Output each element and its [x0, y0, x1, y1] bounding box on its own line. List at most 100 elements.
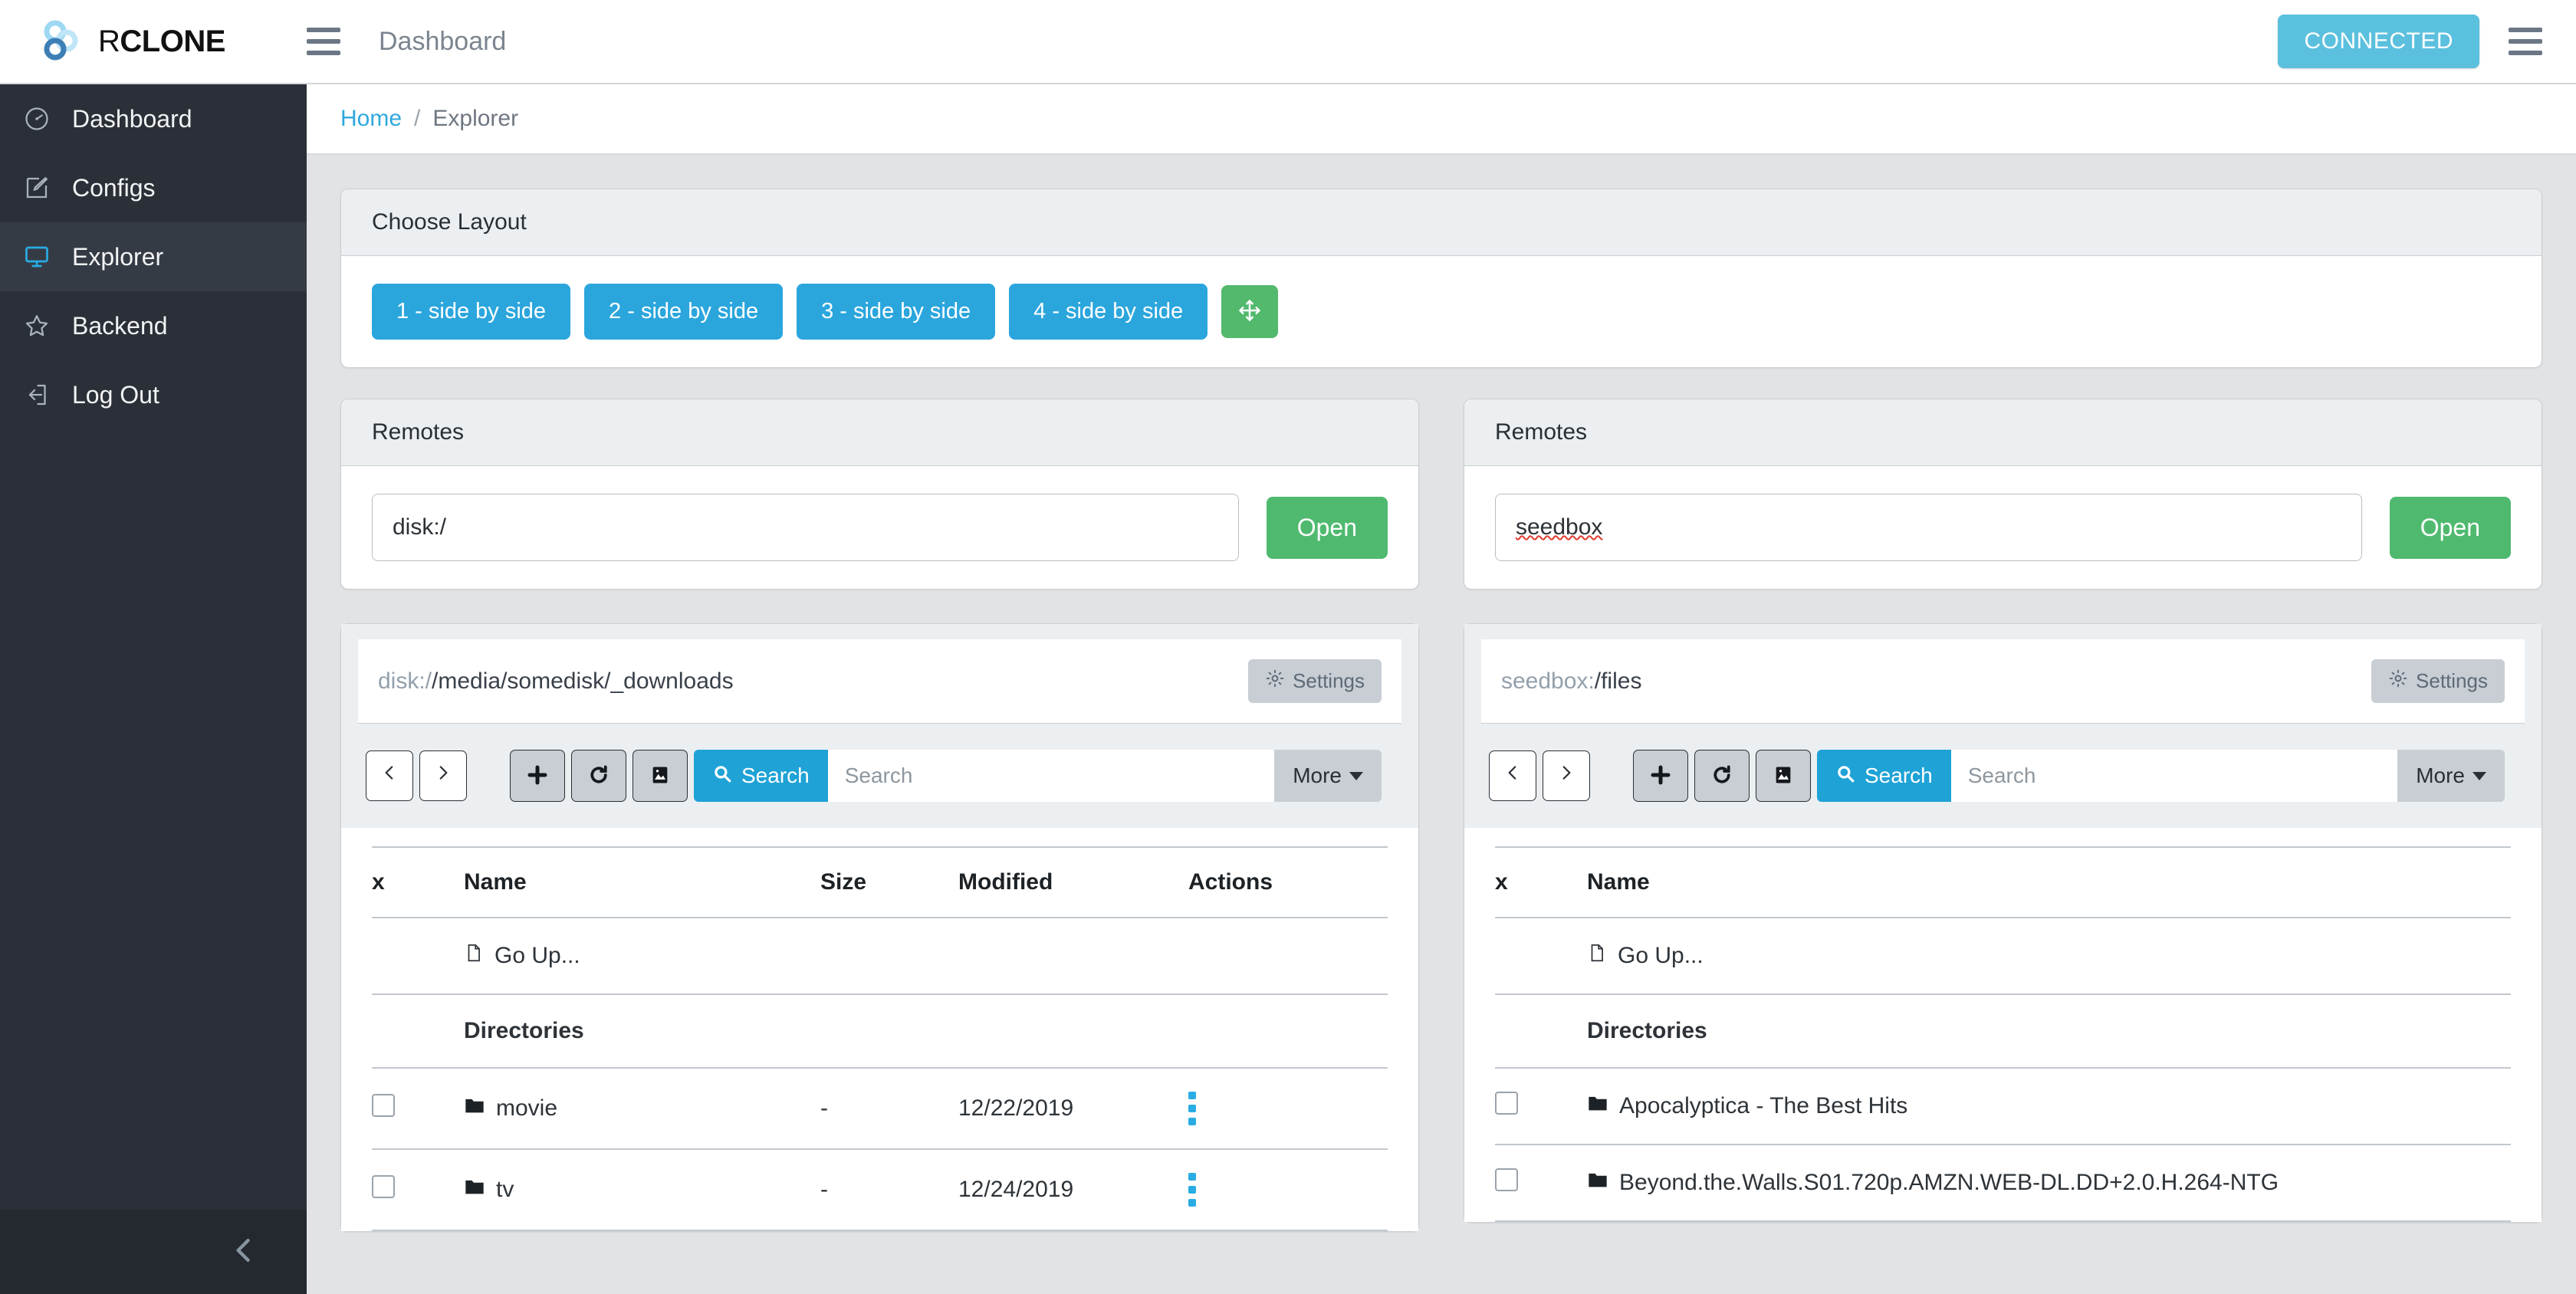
- row-checkbox[interactable]: [372, 1094, 395, 1117]
- go-up-link[interactable]: Go Up...: [464, 941, 1388, 970]
- col-header-name[interactable]: Name: [1587, 846, 2511, 918]
- row-name-label: Beyond.the.Walls.S01.720p.AMZN.WEB-DL.DD…: [1619, 1170, 2279, 1195]
- logout-icon: [21, 379, 52, 410]
- remotes-title-right: Remotes: [1464, 399, 2542, 466]
- star-icon: [21, 310, 52, 341]
- image-icon: [1773, 764, 1794, 788]
- search-button-label: Search: [741, 764, 810, 787]
- row-checkbox[interactable]: [1495, 1168, 1518, 1191]
- layout-button-4[interactable]: 4 - side by side: [1009, 284, 1208, 340]
- row-name-label: movie: [496, 1095, 558, 1121]
- menu-bar: [307, 51, 340, 55]
- file-table-body-right: Go Up... Directories Apocalyptica - The …: [1495, 918, 2511, 1222]
- col-header-select[interactable]: x: [372, 846, 464, 918]
- row-size: -: [820, 1068, 958, 1150]
- layout-button-2[interactable]: 2 - side by side: [584, 284, 784, 340]
- new-folder-button-left[interactable]: [510, 750, 565, 802]
- more-dropdown-right[interactable]: More: [2397, 750, 2505, 802]
- hamburger-menu-icon[interactable]: [307, 28, 340, 55]
- layout-button-1[interactable]: 1 - side by side: [372, 284, 571, 340]
- explorer-panel-left: Remotes Open disk://media/somedisk/_down…: [340, 399, 1419, 1232]
- new-folder-button-right[interactable]: [1633, 750, 1688, 802]
- settings-label: Settings: [2416, 669, 2488, 692]
- menu-bar: [2509, 39, 2542, 44]
- open-remote-button-right[interactable]: Open: [2389, 496, 2511, 559]
- col-header-name[interactable]: Name: [464, 846, 820, 918]
- main-content: Choose Layout 1 - side by side 2 - side …: [307, 155, 2576, 1294]
- file-table-left: x Name Size Modified Actions Go Up... Di…: [372, 846, 1388, 1231]
- sidebar-item-explorer[interactable]: Explorer: [0, 222, 307, 291]
- sidebar-item-label: Configs: [72, 173, 156, 202]
- layout-button-3[interactable]: 3 - side by side: [797, 284, 996, 340]
- table-row[interactable]: movie - 12/22/2019: [372, 1068, 1388, 1150]
- refresh-button-right[interactable]: [1694, 750, 1750, 802]
- table-row[interactable]: Beyond.the.Walls.S01.720p.AMZN.WEB-DL.DD…: [1495, 1145, 2511, 1222]
- go-up-cell[interactable]: Go Up...: [1587, 918, 2511, 995]
- refresh-button-left[interactable]: [571, 750, 626, 802]
- thumbnails-button-left[interactable]: [632, 750, 688, 802]
- table-row[interactable]: Apocalyptica - The Best Hits: [1495, 1068, 2511, 1145]
- row-checkbox[interactable]: [1495, 1092, 1518, 1115]
- row-checkbox-cell[interactable]: [1495, 1145, 1587, 1222]
- row-checkbox-cell[interactable]: [372, 1149, 464, 1231]
- col-header-size[interactable]: Size: [820, 846, 958, 918]
- row-actions-cell[interactable]: [1188, 1149, 1388, 1231]
- menu-bar: [307, 28, 340, 32]
- gear-icon: [2388, 668, 2408, 694]
- search-button-left[interactable]: Search: [694, 750, 828, 802]
- forward-button-left[interactable]: [419, 750, 467, 801]
- forward-button-right[interactable]: [1543, 750, 1590, 801]
- connected-status-button[interactable]: CONNECTED: [2278, 15, 2479, 68]
- sidebar-item-dashboard[interactable]: Dashboard: [0, 84, 307, 153]
- open-remote-button-left[interactable]: Open: [1266, 496, 1388, 559]
- table-row[interactable]: tv - 12/24/2019: [372, 1149, 1388, 1231]
- row-checkbox[interactable]: [372, 1175, 395, 1198]
- more-dropdown-left[interactable]: More: [1274, 750, 1382, 802]
- row-checkbox-cell[interactable]: [1495, 1068, 1587, 1145]
- sidebar: Dashboard Configs Explorer Backend Log O…: [0, 84, 307, 1294]
- file-browser-card-left: disk://media/somedisk/_downloads Setting…: [340, 623, 1419, 1232]
- go-up-row[interactable]: Go Up...: [372, 918, 1388, 995]
- remote-input-left[interactable]: [372, 494, 1239, 561]
- go-up-link[interactable]: Go Up...: [1587, 941, 2511, 970]
- menu-bar: [307, 39, 340, 44]
- thumbnails-button-right[interactable]: [1756, 750, 1811, 802]
- breadcrumb-home-link[interactable]: Home: [340, 106, 402, 132]
- gauge-icon: [21, 103, 52, 134]
- sidebar-item-configs[interactable]: Configs: [0, 153, 307, 222]
- settings-menu-icon[interactable]: [2509, 28, 2542, 55]
- path-prefix: seedbox:: [1501, 668, 1595, 694]
- brand-text: RCLONE: [98, 25, 225, 59]
- search-input-left[interactable]: [827, 750, 1275, 802]
- go-up-row[interactable]: Go Up...: [1495, 918, 2511, 995]
- search-button-right[interactable]: Search: [1817, 750, 1951, 802]
- col-header-select[interactable]: x: [1495, 846, 1587, 918]
- row-name-label: tv: [496, 1177, 514, 1202]
- row-checkbox-cell[interactable]: [372, 1068, 464, 1150]
- rearrange-layout-button[interactable]: [1221, 285, 1279, 338]
- settings-button-left[interactable]: Settings: [1248, 659, 1382, 703]
- search-input-right[interactable]: [1950, 750, 2398, 802]
- folder-icon: [464, 1095, 485, 1122]
- row-actions-menu-icon[interactable]: [1188, 1092, 1196, 1125]
- row-name-label: Apocalyptica - The Best Hits: [1619, 1093, 1908, 1118]
- row-actions-menu-icon[interactable]: [1188, 1173, 1196, 1207]
- row-name-cell[interactable]: Beyond.the.Walls.S01.720p.AMZN.WEB-DL.DD…: [1587, 1145, 2511, 1222]
- back-button-left[interactable]: [366, 750, 413, 801]
- sidebar-item-logout[interactable]: Log Out: [0, 360, 307, 429]
- row-name-cell[interactable]: movie: [464, 1068, 820, 1150]
- go-up-cell[interactable]: Go Up...: [464, 918, 1388, 995]
- file-table-head-left: x Name Size Modified Actions: [372, 846, 1388, 918]
- remote-input-right[interactable]: [1495, 494, 2362, 561]
- remotes-body-left: Open: [341, 466, 1418, 589]
- row-name-cell[interactable]: tv: [464, 1149, 820, 1231]
- sidebar-item-backend[interactable]: Backend: [0, 291, 307, 360]
- back-button-right[interactable]: [1489, 750, 1536, 801]
- sidebar-collapse-button[interactable]: [0, 1210, 307, 1294]
- brand[interactable]: RCLONE: [0, 18, 307, 65]
- remotes-card-left: Remotes Open: [340, 399, 1419, 590]
- row-actions-cell[interactable]: [1188, 1068, 1388, 1150]
- settings-button-right[interactable]: Settings: [2371, 659, 2505, 703]
- row-name-cell[interactable]: Apocalyptica - The Best Hits: [1587, 1068, 2511, 1145]
- col-header-modified[interactable]: Modified: [958, 846, 1188, 918]
